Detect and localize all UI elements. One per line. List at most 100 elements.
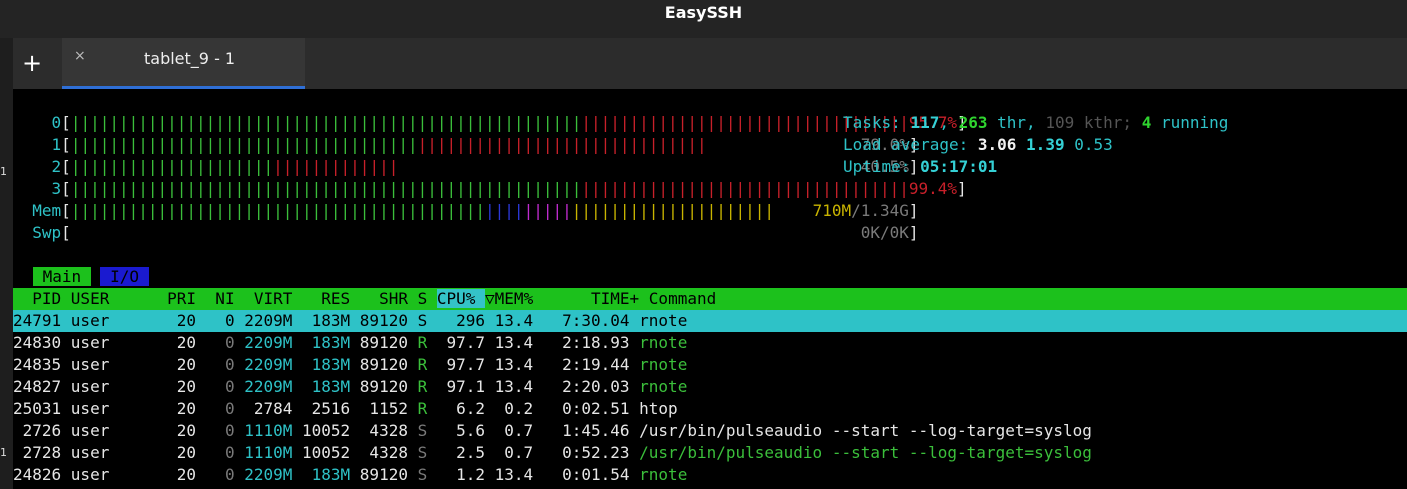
cell-pri: 20 [157,421,206,440]
meter-bar-user: ||||||||||||||||||||||||||||||||||||||||… [70,113,582,132]
col-virt: VIRT [244,289,302,308]
meter-bracket: ] [908,201,919,220]
new-tab-button[interactable]: + [13,38,51,89]
meter-bracket: [ [61,201,71,220]
swap-total: /0K [879,223,909,242]
col-time: TIME+ [552,289,649,308]
cell-mem: 13.4 [494,377,543,396]
cell-mem: 13.4 [494,333,543,352]
meter-bar-kernel: |||||||||||||||||||||||||||||| [417,135,707,154]
cpu-meter-1: 1[||||||||||||||||||||||||||||||||||||||… [13,134,919,156]
table-row[interactable]: 24835 user 20 0 2209M 183M 89120 R 97.7 … [13,354,687,376]
cell-command: rnote [639,377,688,396]
cell-virt: 1110M [244,443,302,462]
cell-time: 7:30.04 [542,311,640,330]
cell-res: 183M [302,465,360,484]
meter-bar-user: ||||||||||||||||||||| [70,157,274,176]
cell-cpu: 2.5 [436,443,495,462]
cell-time: 0:02.51 [542,399,640,418]
table-row[interactable]: 24826 user 20 0 2209M 183M 89120 S 1.2 1… [13,464,687,486]
screen-tab-io[interactable]: I/O [100,267,149,286]
col-pid: PID [13,289,71,308]
cell-user: user [70,377,158,396]
cell-command: rnote [639,355,688,374]
cell-pid: 24835 [13,355,71,374]
meter-value: 99.4% [908,179,958,198]
cell-pid: 2726 [13,421,71,440]
process-table-header[interactable]: PID USER PRI NI VIRT RES SHR S CPU% ▽MEM… [13,288,1407,310]
meter-bracket: ] [957,179,967,198]
cell-user: user [70,465,158,484]
cell-state: R [417,333,437,352]
cell-pri: 20 [157,311,206,330]
table-row[interactable]: 25031 user 20 0 2784 2516 1152 R 6.2 0.2… [13,398,678,420]
cell-user: user [70,333,158,352]
cell-mem: 13.4 [494,355,543,374]
cell-shr: 89120 [359,465,418,484]
cell-ni: 0 [205,399,245,418]
table-row[interactable]: 2728 user 20 0 1110M 10052 4328 S 2.5 0.… [13,442,1092,464]
cell-ni: 0 [205,355,245,374]
cell-command: rnote [639,465,688,484]
table-row[interactable]: 24827 user 20 0 2209M 183M 89120 R 97.1 … [13,376,687,398]
cell-command: htop [639,399,678,418]
cell-pri: 20 [157,399,206,418]
cell-mem: 0.2 [494,399,543,418]
cell-user: user [70,443,158,462]
cell-ni: 0 [205,465,245,484]
cell-time: 1:45.46 [542,421,640,440]
tasks-line: Tasks: 117, 263 thr, 109 kthr; 4 running [843,113,1229,132]
cell-time: 2:19.44 [542,355,640,374]
cell-ni: 0 [205,421,245,440]
cell-res: 10052 [302,443,360,462]
tab-bar: + × tablet_9 - 1 [13,38,1407,89]
table-row-selected[interactable]: 24791 user 20 0 2209M 183M 89120 S 296 1… [13,310,1407,332]
col-command: Command [648,289,717,308]
terminal[interactable]: 0[||||||||||||||||||||||||||||||||||||||… [13,89,1407,489]
meter-bracket: [ [61,179,71,198]
cell-pri: 20 [157,443,206,462]
cell-pri: 20 [157,333,206,352]
mem-value: 710M [812,201,852,220]
meter-bracket: [ [61,157,71,176]
mem-bar-shared: ||||| [523,201,572,220]
cell-virt: 2209M [244,311,302,330]
close-tab-icon[interactable]: × [74,48,86,64]
window-title: EasySSH [664,3,743,22]
meter-bracket: [ [61,113,71,132]
cell-command: rnote [639,333,688,352]
cell-virt: 1110M [244,421,302,440]
cell-virt: 2209M [244,377,302,396]
meter-label: 3 [13,179,62,198]
cell-state: S [417,421,437,440]
table-row[interactable]: 2726 user 20 0 1110M 10052 4328 S 5.6 0.… [13,420,1092,442]
tab-session[interactable]: × tablet_9 - 1 [62,38,305,89]
cell-virt: 2209M [244,465,302,484]
cell-shr: 4328 [359,443,418,462]
table-row[interactable]: 24830 user 20 0 2209M 183M 89120 R 97.7 … [13,332,687,354]
cell-pid: 25031 [13,399,71,418]
cell-ni: 0 [205,377,245,396]
col-state: S [417,289,437,308]
cell-virt: 2209M [244,355,302,374]
swap-value: 0K [860,223,880,242]
meter-bracket: [ [61,135,71,154]
cell-pid: 2728 [13,443,71,462]
cell-pid: 24791 [13,311,71,330]
cell-res: 183M [302,355,360,374]
cell-state: S [417,311,437,330]
cell-user: user [70,355,158,374]
cell-shr: 89120 [359,377,418,396]
screen-tab-main[interactable]: Main [33,267,91,286]
cell-res: 183M [302,333,360,352]
swap-meter: Swp[ 0K/0K] [13,222,918,244]
cpu-meter-3: 3[||||||||||||||||||||||||||||||||||||||… [13,178,967,200]
cell-res: 2516 [302,399,360,418]
cell-shr: 89120 [359,311,418,330]
cell-pri: 20 [157,355,206,374]
meter-label: 2 [13,157,62,176]
cell-pid: 24827 [13,377,71,396]
cell-pid: 24826 [13,465,71,484]
col-pri: PRI [157,289,206,308]
meter-label: Mem [13,201,62,220]
